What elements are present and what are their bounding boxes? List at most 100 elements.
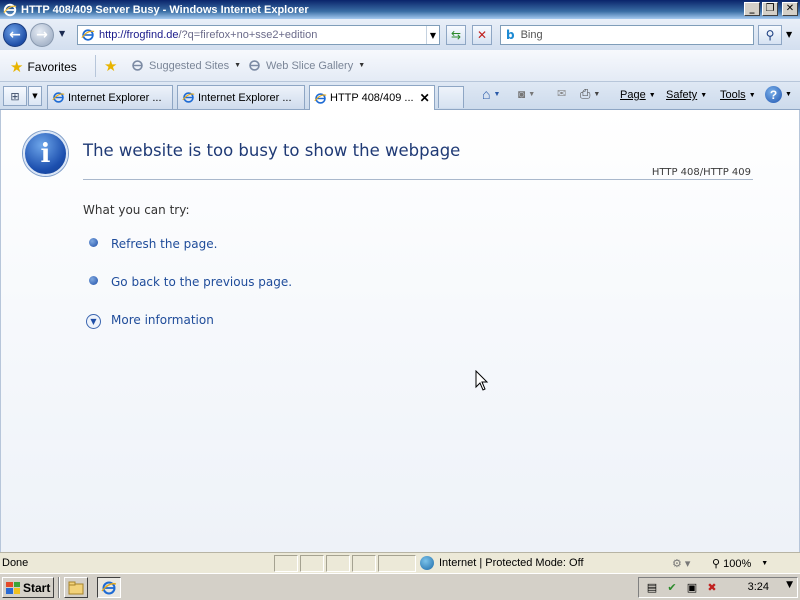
status-panel — [274, 555, 298, 572]
chevron-down-icon: ▼ — [785, 91, 792, 98]
address-bar[interactable]: http://frogfind.de/?q=firefox+no+sse2+ed… — [77, 25, 440, 45]
globe-icon — [420, 556, 434, 570]
refresh-button[interactable]: ⇆ — [446, 25, 466, 45]
chevron-down-icon: ▼ — [358, 62, 366, 69]
mouse-cursor-icon — [475, 370, 489, 391]
zone-label: Internet | Protected Mode: Off — [439, 557, 584, 569]
start-button[interactable]: Start — [2, 577, 54, 598]
folder-icon — [68, 581, 84, 594]
feeds-button[interactable]: ◙ ▼ — [518, 87, 535, 101]
favorites-label: Favorites — [27, 60, 77, 74]
volume-muted-icon[interactable]: ✖ — [705, 581, 719, 595]
favorites-separator — [95, 55, 96, 77]
tools-menu[interactable]: Tools ▼ — [720, 89, 756, 101]
tab-label: Internet Explorer ... — [198, 91, 292, 104]
tab-internet-explorer-2[interactable]: Internet Explorer ... — [177, 85, 305, 109]
chevron-down-icon: ▼ — [648, 91, 656, 99]
minimize-button[interactable]: _ — [744, 2, 760, 16]
zoom-level: 100% — [723, 557, 752, 570]
zoom-magnifier-icon: ⚲ — [712, 558, 724, 570]
bing-icon: b — [506, 28, 515, 42]
address-url[interactable]: http://frogfind.de/?q=firefox+no+sse2+ed… — [99, 29, 426, 41]
read-mail-button[interactable]: ✉ — [557, 87, 566, 100]
security-zone[interactable]: Internet | Protected Mode: Off — [420, 556, 584, 570]
zoom-control[interactable]: ⚲ 100% ▼ — [712, 557, 769, 571]
add-to-favorites-bar-icon[interactable]: ★ — [104, 57, 117, 75]
ie-logo-icon — [101, 581, 117, 594]
suggested-sites-link[interactable]: Suggested Sites ▼ — [131, 59, 241, 72]
home-icon: ⌂ — [482, 86, 491, 102]
info-icon: i — [23, 131, 68, 176]
quick-tabs-icon: ⊞ — [10, 89, 20, 103]
window-title: HTTP 408/409 Server Busy - Windows Inter… — [21, 3, 309, 16]
status-panel — [300, 555, 324, 572]
what-you-can-try-label: What you can try: — [83, 203, 190, 217]
address-dropdown[interactable]: ▼ — [426, 26, 439, 44]
windows-logo-icon — [6, 581, 20, 594]
new-tab-button[interactable] — [438, 86, 464, 108]
forward-button[interactable]: → — [30, 23, 54, 47]
home-button[interactable]: ⌂ ▼ — [482, 86, 500, 102]
back-button[interactable]: ← — [3, 23, 27, 47]
internet-explorer-taskbar-button[interactable] — [97, 577, 121, 598]
search-placeholder: Bing — [520, 29, 543, 41]
ie-page-icon — [182, 92, 195, 103]
chevron-down-icon[interactable]: ▼ — [493, 91, 500, 98]
security-status-icon[interactable]: ⚙ ▾ — [672, 557, 690, 570]
tools-menu-label: Tools — [720, 89, 746, 101]
ie-page-icon — [81, 29, 95, 41]
close-button[interactable]: ✕ — [782, 2, 798, 16]
help-button[interactable]: ? ▼ — [765, 86, 792, 103]
go-back-link[interactable]: Go back to the previous page. — [111, 275, 292, 289]
close-tab-icon[interactable]: ✕ — [420, 91, 430, 105]
clock[interactable]: 3:24 — [748, 581, 769, 593]
chevron-down-icon: ▼ — [761, 560, 769, 567]
forward-arrow-icon: → — [36, 27, 48, 43]
tab-label: HTTP 408/409 ... — [330, 92, 414, 104]
ie-page-icon — [52, 92, 65, 103]
search-options-dropdown[interactable]: ▼ — [786, 30, 792, 39]
refresh-icon: ⇆ — [450, 28, 462, 42]
tab-internet-explorer-1[interactable]: Internet Explorer ... — [47, 85, 173, 109]
bullet-icon — [89, 276, 98, 285]
chevron-down-icon[interactable]: ▼ — [528, 91, 535, 98]
safety-menu[interactable]: Safety ▼ — [666, 89, 707, 101]
page-menu[interactable]: Page ▼ — [620, 89, 656, 101]
web-slice-gallery-link[interactable]: Web Slice Gallery ▼ — [248, 59, 365, 72]
error-title: The website is too busy to show the webp… — [83, 141, 461, 160]
search-box[interactable]: b Bing — [500, 25, 754, 45]
recent-pages-dropdown[interactable]: ▼ — [59, 29, 65, 38]
monitor-icon[interactable]: ▣ — [685, 581, 699, 595]
refresh-page-link[interactable]: Refresh the page. — [111, 237, 217, 251]
url-path: /?q=firefox+no+sse2+edition — [178, 29, 318, 41]
status-bar: Done Internet | Protected Mode: Off ⚙ ▾ … — [0, 552, 800, 573]
status-panel — [326, 555, 350, 572]
network-check-icon[interactable]: ✔ — [665, 581, 679, 595]
favorites-button[interactable]: ★ Favorites — [6, 56, 83, 78]
mail-icon: ✉ — [557, 88, 567, 100]
help-icon: ? — [765, 86, 782, 103]
tab-list-dropdown[interactable]: ▼ — [28, 86, 42, 106]
expand-chevron-icon[interactable]: ▼ — [86, 314, 101, 329]
status-panel — [378, 555, 416, 572]
url-host: http://frogfind.de — [99, 29, 179, 41]
error-code: HTTP 408/HTTP 409 — [651, 167, 751, 178]
ie-page-icon — [314, 92, 327, 104]
tab-http-408-409[interactable]: HTTP 408/409 ... ✕ — [309, 85, 435, 110]
bullet-icon — [89, 238, 98, 247]
web-slice-gallery-label: Web Slice Gallery — [266, 59, 354, 72]
more-information-link[interactable]: More information — [111, 313, 214, 327]
notes-icon[interactable]: ▤ — [645, 581, 659, 595]
chevron-down-icon[interactable]: ▼ — [786, 580, 793, 590]
quick-tabs-button[interactable]: ⊞ — [3, 86, 27, 106]
page-content: i The website is too busy to show the we… — [0, 110, 800, 552]
print-button[interactable]: ⎙ ▼ — [580, 86, 600, 102]
explorer-taskbar-button[interactable] — [64, 577, 88, 598]
stop-button[interactable]: ✕ — [472, 25, 492, 45]
restore-button[interactable]: ❐ — [762, 2, 778, 16]
taskbar-separator — [58, 577, 60, 598]
window-controls: _ ❐ ✕ — [744, 2, 798, 16]
favorites-star-icon: ★ — [10, 59, 24, 76]
search-button[interactable]: ⚲ — [758, 25, 782, 45]
chevron-down-icon[interactable]: ▼ — [593, 91, 600, 98]
